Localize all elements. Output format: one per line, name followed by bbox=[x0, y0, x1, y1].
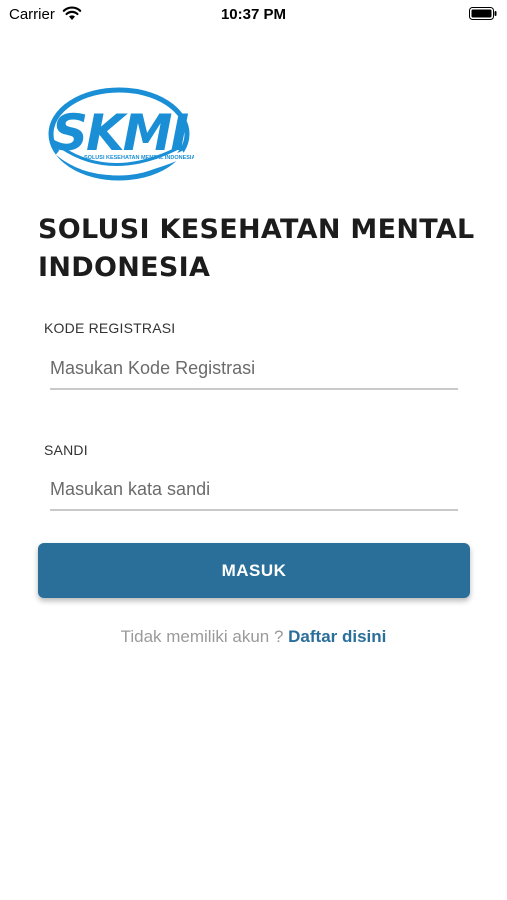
login-button[interactable]: MASUK bbox=[38, 543, 470, 598]
register-prompt: Tidak memiliki akun ? bbox=[120, 627, 289, 646]
password-label: SANDI bbox=[44, 442, 88, 458]
app-title: SOLUSI KESEHATAN MENTAL INDONESIA bbox=[38, 214, 475, 283]
registration-code-input[interactable] bbox=[50, 348, 458, 390]
battery-icon bbox=[469, 7, 497, 20]
register-row: Tidak memiliki akun ? Daftar disini bbox=[0, 627, 507, 647]
skmi-logo: SKMI SOLUSI KESEHATAN MENTAL INDONESIA bbox=[44, 82, 194, 188]
logo-tagline: SOLUSI KESEHATAN MENTAL INDONESIA bbox=[84, 155, 194, 161]
status-bar: Carrier 10:37 PM bbox=[0, 0, 507, 28]
register-link[interactable]: Daftar disini bbox=[288, 627, 386, 646]
registration-code-label: KODE REGISTRASI bbox=[44, 320, 176, 336]
logo-wordmark: SKMI bbox=[52, 104, 189, 162]
login-screen: Carrier 10:37 PM SKMI SOLUSI KESEHATAN M… bbox=[0, 0, 507, 900]
clock: 10:37 PM bbox=[220, 6, 287, 23]
password-input[interactable] bbox=[50, 469, 458, 511]
